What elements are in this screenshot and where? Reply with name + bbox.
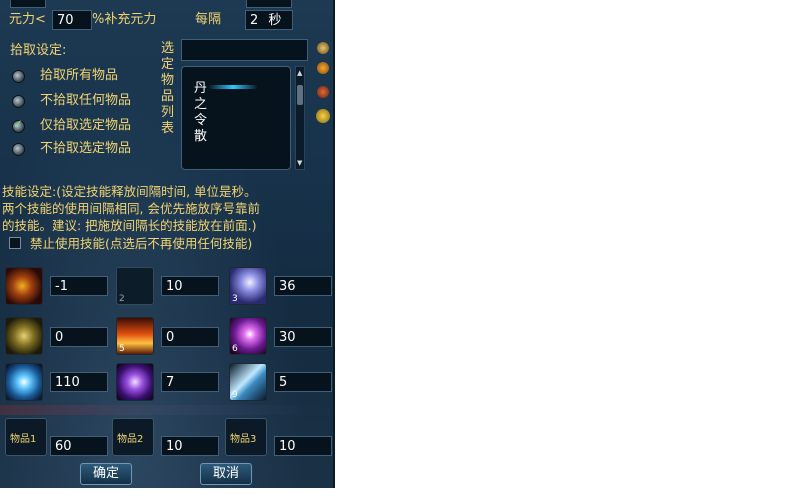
- list-item[interactable]: 令: [194, 113, 207, 129]
- list-item[interactable]: 之: [194, 97, 207, 113]
- skill-interval-input[interactable]: 110: [50, 372, 108, 392]
- skill-desc-line: 的技能。建议: 把施放间隔长的技能放在前面.): [2, 218, 257, 233]
- empty-skill-icon[interactable]: 2: [116, 267, 154, 305]
- skill-interval-input[interactable]: 7: [161, 372, 219, 392]
- skill-interval-input[interactable]: 5: [274, 372, 332, 392]
- skill-desc-line: 两个技能的使用间隔相同, 会优先施放序号靠前: [2, 201, 260, 216]
- scroll-down-arrow-icon[interactable]: ▼: [297, 159, 302, 167]
- skill-desc-line: 技能设定:(设定技能释放间隔时间, 单位是秒。: [2, 184, 257, 199]
- skill-interval-input[interactable]: 0: [50, 327, 108, 347]
- bag-icon[interactable]: [316, 109, 330, 123]
- interval-input[interactable]: 2 秒: [245, 10, 293, 30]
- skill-interval-input[interactable]: 30: [274, 327, 332, 347]
- interval-label: 每隔: [195, 12, 222, 27]
- pickup-option-label: 仅拾取选定物品: [40, 118, 132, 133]
- item-interval-input[interactable]: 10: [161, 436, 219, 456]
- skill-settings-description: 技能设定:(设定技能释放间隔时间, 单位是秒。 两个技能的使用间隔相同, 会优先…: [2, 183, 260, 234]
- mana-threshold-label: 元力<: [9, 12, 46, 27]
- add-item-icon[interactable]: [317, 42, 329, 54]
- interval-value: 2: [250, 13, 259, 28]
- radio-button-checked[interactable]: [12, 117, 25, 133]
- pickup-option-label: 不拾取任何物品: [40, 93, 132, 108]
- item-slot-label: 物品2: [117, 434, 144, 445]
- mana-refill-label: %补充元力: [92, 12, 157, 27]
- item-slot[interactable]: 物品1: [5, 418, 47, 456]
- cancel-button[interactable]: 取消: [200, 463, 252, 485]
- selected-item-list[interactable]: 丹 之 令 散: [181, 66, 291, 170]
- skill-interval-input[interactable]: 36: [274, 276, 332, 296]
- item-slot-label: 物品1: [10, 434, 37, 445]
- ring-skill-icon[interactable]: [5, 317, 43, 355]
- delete-item-icon[interactable]: [317, 86, 329, 98]
- radio-button[interactable]: [12, 143, 25, 156]
- item-slot[interactable]: 物品2: [112, 418, 154, 456]
- top-field-left[interactable]: [10, 0, 46, 8]
- pickup-option-label: 不拾取选定物品: [40, 141, 132, 156]
- item-slot-label: 物品3: [230, 434, 257, 445]
- orb-skill-icon[interactable]: [116, 363, 154, 401]
- item-list-label: 选定物品列表: [161, 41, 175, 136]
- mana-threshold-input[interactable]: 70: [52, 10, 92, 30]
- pickup-settings-title: 拾取设定:: [10, 43, 67, 58]
- radio-button[interactable]: [12, 95, 25, 108]
- radio-button[interactable]: [12, 70, 25, 83]
- item-name-input[interactable]: [181, 39, 308, 61]
- frost-skill-icon[interactable]: [5, 363, 43, 401]
- pickup-option-label: 拾取所有物品: [40, 68, 119, 83]
- scroll-up-arrow-icon[interactable]: ▲: [297, 69, 302, 77]
- background-strip: [0, 405, 333, 415]
- confirm-button[interactable]: 确定: [80, 463, 132, 485]
- fire-skill-icon[interactable]: 5: [116, 317, 154, 355]
- skill-interval-input[interactable]: 10: [161, 276, 219, 296]
- disable-skills-checkbox[interactable]: [9, 237, 21, 249]
- disable-skills-label: 禁止使用技能(点选后不再使用任何技能): [30, 236, 253, 251]
- skill-interval-input[interactable]: 0: [161, 327, 219, 347]
- burst-skill-icon[interactable]: 6: [229, 317, 267, 355]
- list-highlight: [208, 85, 258, 89]
- ice-skill-icon[interactable]: 9: [229, 363, 267, 401]
- top-field-right[interactable]: [246, 0, 292, 8]
- skill-interval-input[interactable]: -1: [50, 276, 108, 296]
- interval-unit: 秒: [268, 13, 282, 28]
- scroll-thumb[interactable]: [297, 85, 303, 105]
- auto-settings-panel: 元力< 70 %补充元力 每隔 2 秒 拾取设定: 拾取所有物品 不拾取任何物品…: [0, 0, 335, 488]
- item-interval-input[interactable]: 60: [50, 436, 108, 456]
- item-interval-input[interactable]: 10: [274, 436, 332, 456]
- serpent-skill-icon[interactable]: [5, 267, 43, 305]
- list-item[interactable]: 散: [194, 129, 207, 145]
- mage-skill-icon[interactable]: 3: [229, 267, 267, 305]
- edit-item-icon[interactable]: [317, 62, 329, 74]
- item-slot[interactable]: 物品3: [225, 418, 267, 456]
- list-item[interactable]: 丹: [194, 81, 207, 97]
- item-list-scrollbar[interactable]: ▲ ▼: [295, 66, 305, 170]
